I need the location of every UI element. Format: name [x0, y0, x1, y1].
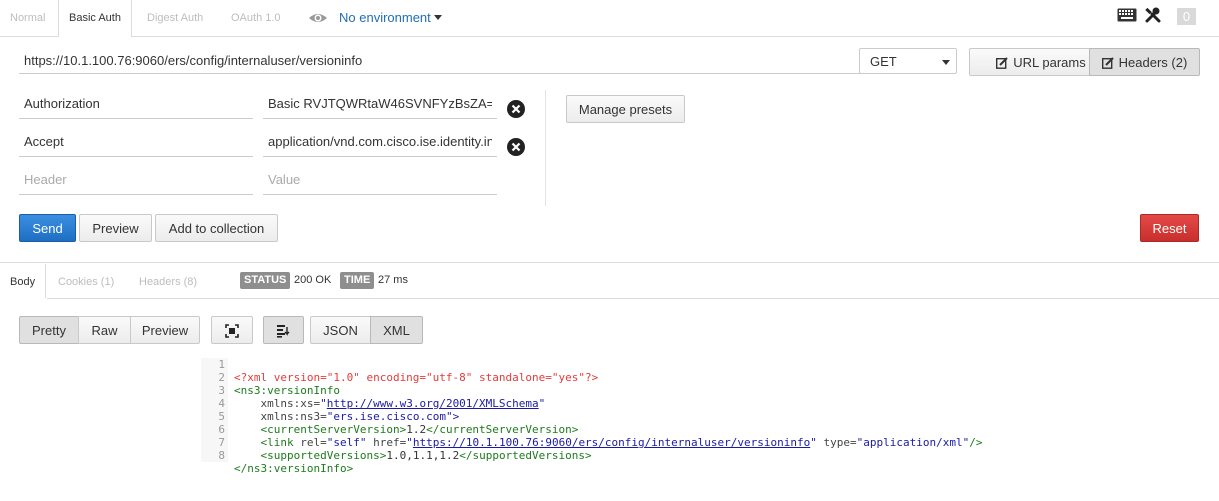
code-line: xmlns:ns3="ers.ise.cisco.com"> — [234, 410, 982, 423]
chevron-down-icon — [942, 60, 950, 65]
divider — [0, 262, 1219, 263]
line-number: 8 — [218, 449, 225, 462]
code-line: </ns3:versionInfo> — [234, 462, 982, 475]
code-lines: <?xml version="1.0" encoding="utf-8" sta… — [234, 358, 982, 501]
line-number: 3 — [218, 384, 225, 397]
code-line: <?xml version="1.0" encoding="utf-8" sta… — [234, 371, 982, 384]
status-label: STATUS — [240, 272, 291, 289]
tab-response-headers[interactable]: Headers (8) — [129, 264, 207, 298]
xml-attr: xmlns:ns3= — [260, 410, 327, 423]
fullscreen-icon — [225, 323, 239, 338]
url-params-label: URL params — [1013, 54, 1086, 70]
send-button[interactable]: Send — [19, 214, 76, 242]
code-line: <link rel="self" href="https://10.1.100.… — [234, 436, 983, 449]
header-value-input[interactable] — [263, 89, 497, 119]
line-number: 7 — [218, 436, 225, 449]
wrench-screwdriver-icon[interactable] — [1145, 7, 1161, 23]
code-line: <ns3:versionInfo — [234, 384, 982, 397]
manage-presets-button[interactable]: Manage presets — [566, 95, 685, 123]
divider — [0, 298, 47, 299]
xml-tag: </supportedVersions> — [459, 449, 592, 462]
header-value-input[interactable] — [263, 165, 497, 195]
preview-mode-button[interactable]: Preview — [130, 316, 200, 344]
xml-text: 1.0,1.1,1.2 — [386, 449, 460, 462]
reset-button[interactable]: Reset — [1140, 214, 1199, 242]
chevron-down-icon — [433, 15, 442, 20]
time-value: 27 ms — [378, 274, 408, 286]
headers-button[interactable]: Headers (2) — [1089, 48, 1200, 76]
count-badge[interactable]: 0 — [1177, 8, 1196, 25]
headers-label: Headers (2) — [1118, 54, 1188, 70]
xml-attr: type= — [823, 436, 857, 449]
xml-quote: " — [538, 397, 546, 410]
xml-link[interactable]: https://10.1.100.76:9060/ers/config/inte… — [413, 436, 810, 449]
xml-tag: <supportedVersions> — [260, 449, 387, 462]
xml-link[interactable]: http://www.w3.org/2001/XMLSchema — [327, 397, 539, 410]
code-line: <supportedVersions>1.0,1.1,1.2</supporte… — [234, 449, 982, 462]
json-format-button[interactable]: JSON — [310, 316, 371, 344]
code-line: <currentServerVersion>1.2</currentServer… — [234, 423, 982, 436]
xml-value: "application/xml" — [856, 436, 970, 449]
add-to-collection-button[interactable]: Add to collection — [155, 214, 278, 242]
line-numbers: 1 2 3 4 5 6 7 8 — [201, 358, 228, 462]
tab-body[interactable]: Body — [0, 264, 47, 299]
environment-label: No environment — [339, 10, 431, 25]
tab-oauth[interactable]: OAuth 1.0 — [221, 0, 291, 36]
xml-text: 1.2 — [406, 423, 427, 436]
raw-button[interactable]: Raw — [78, 316, 131, 344]
xml-attr: rel= — [300, 436, 327, 449]
xml-format-button[interactable]: XML — [370, 316, 423, 344]
remove-header-icon[interactable] — [507, 100, 525, 118]
header-key-input[interactable] — [19, 165, 253, 195]
wrap-lines-icon — [276, 324, 289, 338]
wrap-lines-button[interactable] — [263, 316, 304, 344]
header-key-input[interactable] — [19, 89, 253, 119]
xml-value: "self" — [326, 436, 367, 449]
fullscreen-button[interactable] — [211, 316, 253, 344]
line-number: 5 — [218, 410, 225, 423]
xml-quote: " — [406, 436, 413, 449]
keyboard-icon[interactable] — [1117, 8, 1137, 22]
environment-selector[interactable]: No environment — [339, 10, 442, 25]
remove-header-icon[interactable] — [507, 138, 525, 156]
header-key-input[interactable] — [19, 127, 253, 157]
divider — [0, 298, 1219, 299]
xml-tag: <currentServerVersion> — [260, 423, 407, 436]
xml-tag: </currentServerVersion> — [426, 423, 579, 436]
url-input[interactable] — [19, 47, 862, 74]
line-number: 6 — [218, 423, 225, 436]
edit-icon — [1101, 56, 1114, 69]
tab-digest-auth[interactable]: Digest Auth — [137, 0, 213, 36]
xml-tag: </ns3:versionInfo> — [234, 462, 354, 475]
method-select[interactable]: GET — [859, 48, 957, 74]
eye-icon[interactable] — [308, 10, 328, 26]
tab-cookies[interactable]: Cookies (1) — [48, 264, 124, 298]
edit-icon — [996, 56, 1008, 69]
xml-declaration: <?xml version="1.0" encoding="utf-8" sta… — [234, 371, 599, 384]
line-number: 2 — [218, 371, 225, 384]
xml-tag: <ns3:versionInfo — [234, 384, 340, 397]
divider — [545, 90, 546, 206]
header-value-input[interactable] — [263, 127, 497, 157]
xml-quote: " — [810, 436, 817, 449]
status-value: 200 OK — [294, 274, 332, 286]
xml-quote: " — [320, 397, 327, 410]
xml-value: "ers.ise.cisco.com"> — [326, 410, 460, 423]
xml-tag: <link — [260, 436, 294, 449]
xml-attr: xmlns:xs= — [260, 397, 321, 410]
tab-basic-auth[interactable]: Basic Auth — [58, 0, 132, 37]
xml-tag: /> — [969, 436, 983, 449]
time-label: TIME — [340, 272, 375, 289]
tab-normal[interactable]: Normal — [0, 0, 55, 36]
method-value: GET — [870, 54, 897, 69]
pretty-button[interactable]: Pretty — [19, 316, 79, 344]
line-number: 1 — [218, 358, 225, 371]
xml-attr: href= — [373, 436, 407, 449]
code-line: xmlns:xs="http://www.w3.org/2001/XMLSche… — [234, 397, 982, 410]
preview-button[interactable]: Preview — [79, 214, 152, 242]
line-number: 4 — [218, 397, 225, 410]
